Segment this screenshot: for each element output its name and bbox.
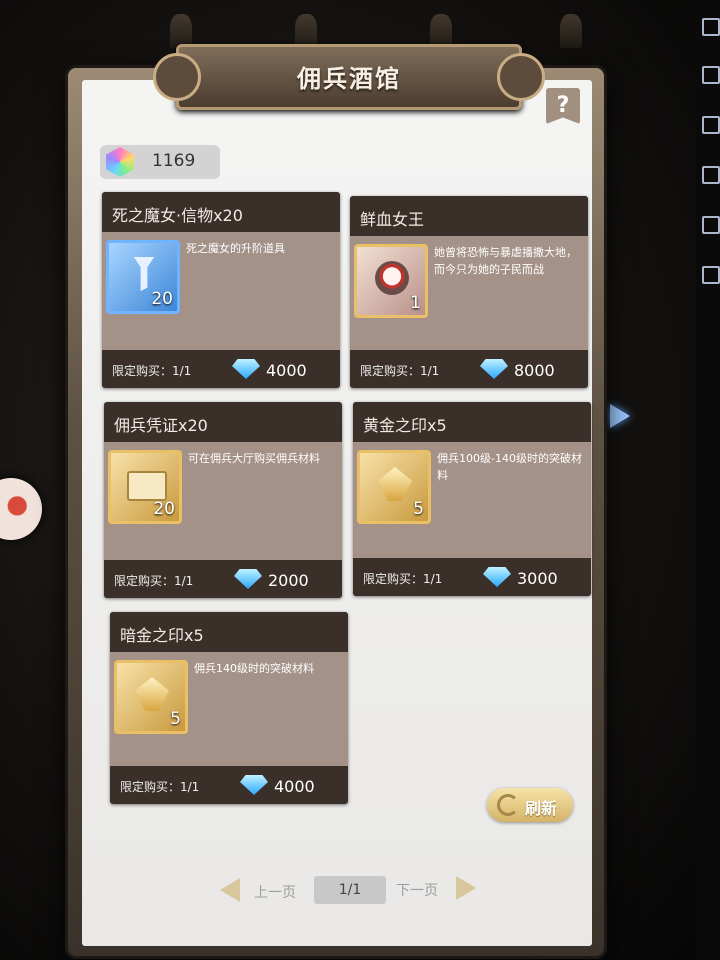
card-footer[interactable]: 限定购买：1/1 2000 — [104, 560, 342, 598]
purchase-limit: 限定购买：1/1 — [112, 364, 192, 378]
background-candle — [560, 14, 582, 48]
item-count: 20 — [151, 289, 173, 309]
item-name: 佣兵凭证x20 — [114, 416, 208, 435]
shop-item-card[interactable]: 死之魔女·信物x20 20 死之魔女的升阶道具 限定购买：1/1 4000 — [102, 192, 340, 388]
shop-item-card[interactable]: 暗金之印x5 5 佣兵140级时的突破材料 限定购买：1/1 4000 — [110, 612, 348, 804]
purchase-limit: 限定购买：1/1 — [114, 574, 194, 588]
blue-diamond-icon — [234, 569, 262, 589]
card-header: 佣兵凭证x20 — [104, 402, 342, 442]
card-header: 暗金之印x5 — [110, 612, 348, 652]
item-count: 5 — [413, 499, 424, 519]
shop-item-card[interactable]: 佣兵凭证x20 20 可在佣兵大厅购买佣兵材料 限定购买：1/1 2000 — [104, 402, 342, 598]
card-body: 20 可在佣兵大厅购买佣兵材料 — [104, 442, 342, 560]
purchase-limit: 限定购买：1/1 — [120, 780, 200, 794]
card-body: 20 死之魔女的升阶道具 — [102, 232, 340, 350]
item-description: 她曾将恐怖与暴虐播撒大地，而今只为她的子民而战 — [434, 246, 577, 276]
scissors-icon[interactable] — [702, 266, 720, 284]
item-description: 佣兵140级时的突破材料 — [194, 662, 314, 675]
portrait-art — [375, 261, 409, 295]
background-candle — [295, 14, 317, 48]
item-price: 2000 — [268, 571, 309, 590]
item-description: 死之魔女的升阶道具 — [186, 242, 285, 255]
prev-page-icon[interactable] — [220, 878, 240, 902]
background-candle — [430, 14, 452, 48]
item-name: 黄金之印x5 — [363, 416, 447, 435]
currency-value: 1169 — [152, 151, 196, 171]
purchase-limit: 限定购买：1/1 — [360, 364, 440, 378]
blue-diamond-icon — [232, 359, 260, 379]
seal-art — [135, 677, 169, 711]
blue-diamond-icon — [480, 359, 508, 379]
next-page-button[interactable]: 下一页 — [396, 880, 438, 900]
screen-side-toolbar — [696, 0, 720, 960]
refresh-label: 刷新 — [525, 799, 558, 818]
item-price: 3000 — [517, 569, 558, 588]
purchase-limit: 限定购买：1/1 — [363, 572, 443, 586]
mercenary-voucher-icon[interactable]: 20 — [108, 450, 182, 524]
item-price: 8000 — [514, 361, 555, 380]
token-art — [133, 257, 155, 291]
card-body: 1 她曾将恐怖与暴虐播撒大地，而今只为她的子民而战 — [350, 236, 588, 350]
seal-art — [378, 467, 412, 501]
item-count: 5 — [170, 709, 181, 729]
item-count: 20 — [153, 499, 175, 519]
screen-icon[interactable] — [702, 116, 720, 134]
item-name: 暗金之印x5 — [120, 626, 204, 645]
card-header: 死之魔女·信物x20 — [102, 192, 340, 232]
card-body: 5 佣兵140级时的突破材料 — [110, 652, 348, 766]
next-page-icon[interactable] — [456, 876, 476, 900]
blue-diamond-icon — [483, 567, 511, 587]
item-price: 4000 — [274, 777, 315, 796]
pagination: 上一页 1/1 下一页 — [220, 872, 490, 908]
mute-icon[interactable] — [702, 66, 720, 84]
item-name: 死之魔女·信物x20 — [112, 206, 243, 225]
item-description: 可在佣兵大厅购买佣兵材料 — [188, 452, 320, 465]
prev-page-button[interactable]: 上一页 — [254, 882, 296, 902]
card-footer[interactable]: 限定购买：1/1 4000 — [102, 350, 340, 388]
gold-seal-icon[interactable]: 5 — [357, 450, 431, 524]
card-body: 5 佣兵100级-140级时的突破材料 — [353, 442, 591, 558]
item-price: 4000 — [266, 361, 307, 380]
witch-token-icon[interactable]: 20 — [106, 240, 180, 314]
blood-queen-portrait-icon[interactable]: 1 — [354, 244, 428, 318]
card-header: 黄金之印x5 — [353, 402, 591, 442]
page-title: 佣兵酒馆 — [297, 65, 401, 93]
title-banner: 佣兵酒馆 — [153, 44, 545, 110]
card-footer[interactable]: 限定购买：1/1 4000 — [110, 766, 348, 804]
item-name: 鲜血女王 — [360, 210, 425, 229]
page-indicator: 1/1 — [314, 876, 386, 904]
screenshot-icon[interactable] — [702, 166, 720, 184]
card-header: 鲜血女王 — [350, 196, 588, 236]
background-candle — [170, 14, 192, 48]
card-footer[interactable]: 限定购买：1/1 8000 — [350, 350, 588, 388]
refresh-icon — [497, 794, 519, 816]
shop-item-card[interactable]: 鲜血女王 1 她曾将恐怖与暴虐播撒大地，而今只为她的子民而战 限定购买：1/1 … — [350, 196, 588, 388]
refresh-button[interactable]: 刷新 — [487, 788, 573, 822]
currency-display: 1169 — [100, 145, 220, 179]
card-footer[interactable]: 限定购买：1/1 3000 — [353, 558, 591, 596]
volume-icon[interactable] — [702, 18, 720, 36]
item-description: 佣兵100级-140级时的突破材料 — [437, 452, 582, 482]
mouse-cursor-icon — [610, 404, 630, 428]
shop-item-card[interactable]: 黄金之印x5 5 佣兵100级-140级时的突破材料 限定购买：1/1 3000 — [353, 402, 591, 596]
voucher-art — [127, 471, 167, 501]
dark-gold-seal-icon[interactable]: 5 — [114, 660, 188, 734]
item-count: 1 — [410, 293, 421, 313]
side-notification-icon[interactable] — [0, 478, 42, 540]
print-icon[interactable] — [702, 216, 720, 234]
rainbow-crystal-icon — [106, 147, 134, 177]
blue-diamond-icon — [240, 775, 268, 795]
